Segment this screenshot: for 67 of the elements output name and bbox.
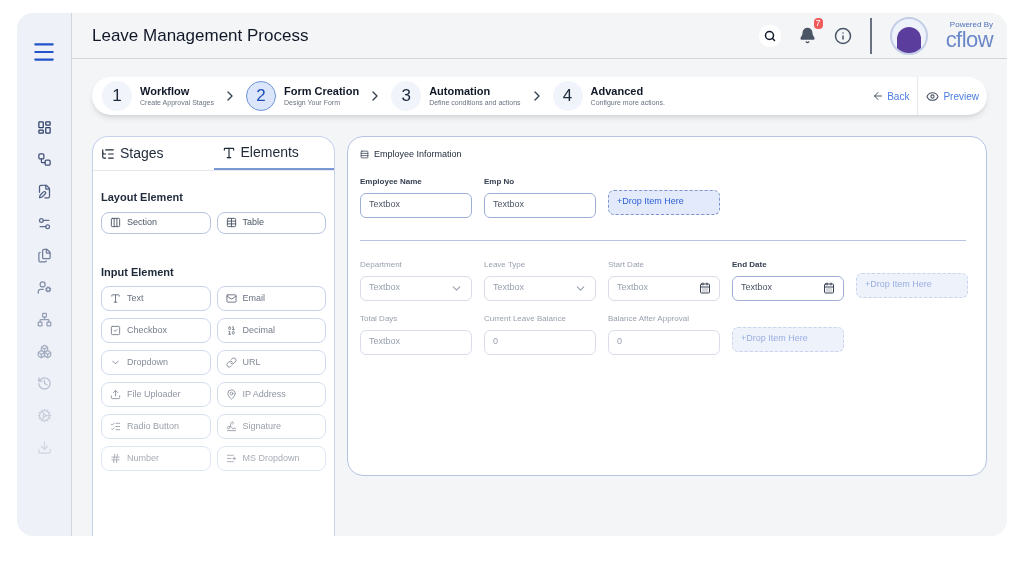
list-icon xyxy=(110,421,121,432)
arrow-left-icon xyxy=(872,90,885,102)
pin-icon xyxy=(225,389,237,400)
drop-zone[interactable]: +Drop Item Here xyxy=(608,189,720,215)
field-label: Leave Type xyxy=(484,258,527,271)
panel-tab[interactable]: Stages xyxy=(93,137,214,170)
field-label: Balance After Approval xyxy=(608,312,690,325)
link-icon xyxy=(225,357,237,368)
binary-icon xyxy=(225,325,237,336)
table-icon xyxy=(225,217,237,228)
calendar-icon xyxy=(823,282,835,294)
eye-icon xyxy=(926,89,940,103)
section-heading: Layout Element xyxy=(101,190,184,205)
checkbox-icon xyxy=(110,325,121,336)
field-label: End Date xyxy=(732,258,768,271)
field-label: Emp No xyxy=(484,175,516,188)
palette-item[interactable]: IP Address xyxy=(216,382,326,407)
page-title: Leave Management Process xyxy=(92,24,310,47)
brand-logo: cflow xyxy=(945,28,993,51)
text-icon xyxy=(221,145,236,160)
list-plus-icon xyxy=(225,453,237,464)
text-field[interactable]: Textbox xyxy=(484,192,596,218)
nav-icon[interactable] xyxy=(36,184,52,199)
field-label: Employee Name xyxy=(360,175,423,188)
preview-button[interactable]: Preview xyxy=(918,88,987,104)
palette-item[interactable]: Checkbox xyxy=(101,318,211,343)
nav-icon[interactable] xyxy=(36,120,52,135)
palette-item[interactable]: Signature xyxy=(216,414,326,439)
field-label: Department xyxy=(360,258,403,271)
palette-item[interactable]: Number xyxy=(101,446,211,471)
calendar-icon xyxy=(699,282,711,294)
field-label: Total Days xyxy=(360,312,399,325)
palette-item[interactable]: Section xyxy=(101,211,211,234)
palette-item[interactable]: MS Dropdown xyxy=(216,446,326,471)
section-title: Employee Information xyxy=(374,148,462,161)
text-field[interactable]: Textbox xyxy=(360,192,472,218)
notification-badge: 7 xyxy=(813,18,823,29)
field-label: Current Leave Balance xyxy=(484,312,567,325)
info-icon[interactable] xyxy=(833,26,852,45)
list-icon xyxy=(101,146,115,161)
palette-item[interactable]: Email xyxy=(216,286,326,311)
section-icon xyxy=(360,150,369,160)
date-field[interactable]: Textbox xyxy=(732,275,844,301)
search-button[interactable] xyxy=(758,24,781,47)
mail-icon xyxy=(225,293,237,304)
nav-icon[interactable] xyxy=(36,152,52,167)
avatar[interactable] xyxy=(889,16,928,55)
palette-item[interactable]: Radio Button xyxy=(101,414,211,439)
back-button[interactable]: Back xyxy=(864,88,918,104)
panel-tab[interactable]: Elements xyxy=(213,137,334,170)
palette-item[interactable]: Dropdown xyxy=(101,350,211,375)
palette-item[interactable]: Table xyxy=(216,211,326,234)
columns-icon xyxy=(110,217,121,228)
nav-icon[interactable] xyxy=(36,216,52,231)
upload-icon xyxy=(110,389,121,400)
section-heading: Input Element xyxy=(101,264,175,280)
palette-item[interactable]: File Uploader xyxy=(101,382,211,407)
signature-icon xyxy=(225,421,237,432)
palette-item[interactable]: Decimal xyxy=(216,318,326,343)
palette-item[interactable]: URL xyxy=(216,350,326,375)
palette-item[interactable]: Text xyxy=(101,286,211,311)
search-icon xyxy=(763,29,776,42)
text-icon xyxy=(110,293,121,304)
bell-icon[interactable] xyxy=(798,27,816,44)
hash-icon xyxy=(110,453,121,464)
field-label: Start Date xyxy=(608,258,645,271)
brand-tagline: Powered By xyxy=(949,20,993,29)
